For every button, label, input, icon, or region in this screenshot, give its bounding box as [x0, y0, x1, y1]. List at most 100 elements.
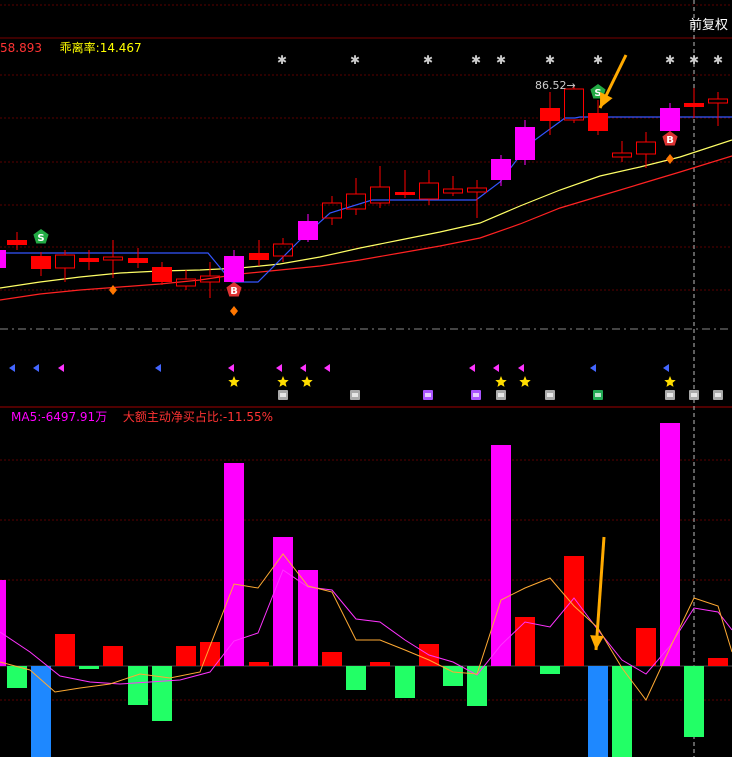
- flow-bar: [636, 628, 656, 666]
- triangle-marker-icon: [58, 364, 64, 372]
- flow-bar: [103, 646, 123, 666]
- candle-body: [612, 152, 632, 158]
- candle-body: [152, 267, 172, 282]
- asterisk-icon: ✱: [423, 53, 433, 67]
- candle-body: [660, 108, 680, 131]
- candle-body: [588, 113, 608, 131]
- badge-icon-glyph: [352, 393, 358, 397]
- badge-icon-glyph: [595, 393, 601, 397]
- deviation-value: 14.467: [99, 41, 142, 55]
- flow-bar: [346, 666, 366, 690]
- triangle-marker-icon: [228, 364, 234, 372]
- asterisk-icon: ✱: [689, 53, 699, 67]
- star-icon: [228, 376, 240, 387]
- flow-bar: [612, 666, 632, 757]
- flow-bar: [224, 463, 244, 666]
- flow-bar: [370, 662, 390, 666]
- asterisk-icon: ✱: [471, 53, 481, 67]
- badge-icon-glyph: [473, 393, 479, 397]
- asterisk-icon: ✱: [496, 53, 506, 67]
- candle-body: [467, 187, 487, 193]
- flow-bars: [0, 423, 728, 757]
- triangle-marker-icon: [324, 364, 330, 372]
- flow-bar: [564, 556, 584, 666]
- candle-body: [708, 98, 728, 104]
- flow-bar: [660, 423, 680, 666]
- flow-bar: [588, 666, 608, 757]
- triangle-marker-icon: [155, 364, 161, 372]
- candle-body: [419, 182, 439, 200]
- diamond-icon: [230, 306, 238, 316]
- sell-signal-label: S: [37, 233, 44, 244]
- asterisk-icon: ✱: [545, 53, 555, 67]
- badge-icon-glyph: [715, 393, 721, 397]
- badge-icon-glyph: [280, 393, 286, 397]
- flow-bar: [515, 617, 535, 666]
- candle-body: [540, 108, 560, 121]
- candle-body: [298, 221, 318, 240]
- asterisk-icon: ✱: [350, 53, 360, 67]
- candle-body: [7, 240, 27, 245]
- asterisk-icon: ✱: [277, 53, 287, 67]
- price-legend: 58.893 乖离率:14.467: [0, 39, 142, 56]
- triangle-marker-icon: [9, 364, 15, 372]
- flow-bar: [176, 646, 196, 666]
- ma5-label: MA5:-6497.91万: [11, 410, 108, 424]
- grid-lines: [0, 4, 732, 701]
- flow-bar: [395, 666, 415, 698]
- arrow-icon-head: [590, 635, 604, 650]
- price-value: 58.893: [0, 41, 42, 55]
- flow-bar: [0, 580, 6, 666]
- candle-body: [684, 103, 704, 107]
- flow-bar: [467, 666, 487, 706]
- badge-icon-glyph: [667, 393, 673, 397]
- triangle-marker-icon: [518, 364, 524, 372]
- candle-body: [128, 258, 148, 263]
- triangle-marker-icon: [33, 364, 39, 372]
- slow-average-line: [0, 155, 732, 301]
- candle-body: [395, 192, 415, 195]
- candle-body: [0, 250, 6, 268]
- diamond-icon: [109, 285, 117, 295]
- candle-body: [103, 256, 123, 261]
- flow-bar: [128, 666, 148, 705]
- flow-bar: [540, 666, 560, 674]
- candle-body: [564, 88, 584, 121]
- flow-bar: [249, 662, 269, 666]
- candle-body: [491, 159, 511, 180]
- star-icon: [277, 376, 289, 387]
- candle-body: [515, 127, 535, 160]
- flow-bar: [684, 666, 704, 737]
- asterisk-icon: ✱: [713, 53, 723, 67]
- flow-legend: MA5:-6497.91万 大额主动净买占比:-11.55%: [11, 408, 273, 425]
- star-icon: [519, 376, 531, 387]
- badge-icon-glyph: [547, 393, 553, 397]
- candle-body: [55, 254, 75, 269]
- candle-body: [31, 256, 51, 269]
- flow-bar: [491, 445, 511, 666]
- flow-bar: [298, 570, 318, 666]
- star-icon: [495, 376, 507, 387]
- buy-signal-label: B: [666, 135, 674, 146]
- flow-bar: [152, 666, 172, 721]
- star-icon: [664, 376, 676, 387]
- triangle-marker-icon: [469, 364, 475, 372]
- buy-signal-label: B: [230, 286, 238, 297]
- asterisk-icon: ✱: [593, 53, 603, 67]
- badge-icon-glyph: [498, 393, 504, 397]
- candle-body: [636, 141, 656, 155]
- chart-canvas[interactable]: ✱ ✱ ✱ ✱ ✱ ✱ ✱ ✱ ✱ ✱86.52→SSBB: [0, 0, 732, 757]
- stock-chart-window: ✱ ✱ ✱ ✱ ✱ ✱ ✱ ✱ ✱ ✱ 86.52→ S S B B 前复权 58.893 乖离率:14.4…: [0, 0, 732, 757]
- badge-icon-glyph: [691, 393, 697, 397]
- large-order-ratio-label: 大额主动净买占比:-11.55%: [122, 410, 273, 424]
- flow-bar: [55, 634, 75, 666]
- flow-bar: [322, 652, 342, 666]
- asterisk-icon: ✱: [665, 53, 675, 67]
- adjustment-mode-label[interactable]: 前复权: [689, 14, 728, 33]
- triangle-marker-icon: [590, 364, 596, 372]
- triangle-marker-icon: [276, 364, 282, 372]
- triangle-marker-icon: [493, 364, 499, 372]
- flow-bar: [79, 666, 99, 669]
- badge-icon-glyph: [425, 393, 431, 397]
- candle-body: [79, 258, 99, 262]
